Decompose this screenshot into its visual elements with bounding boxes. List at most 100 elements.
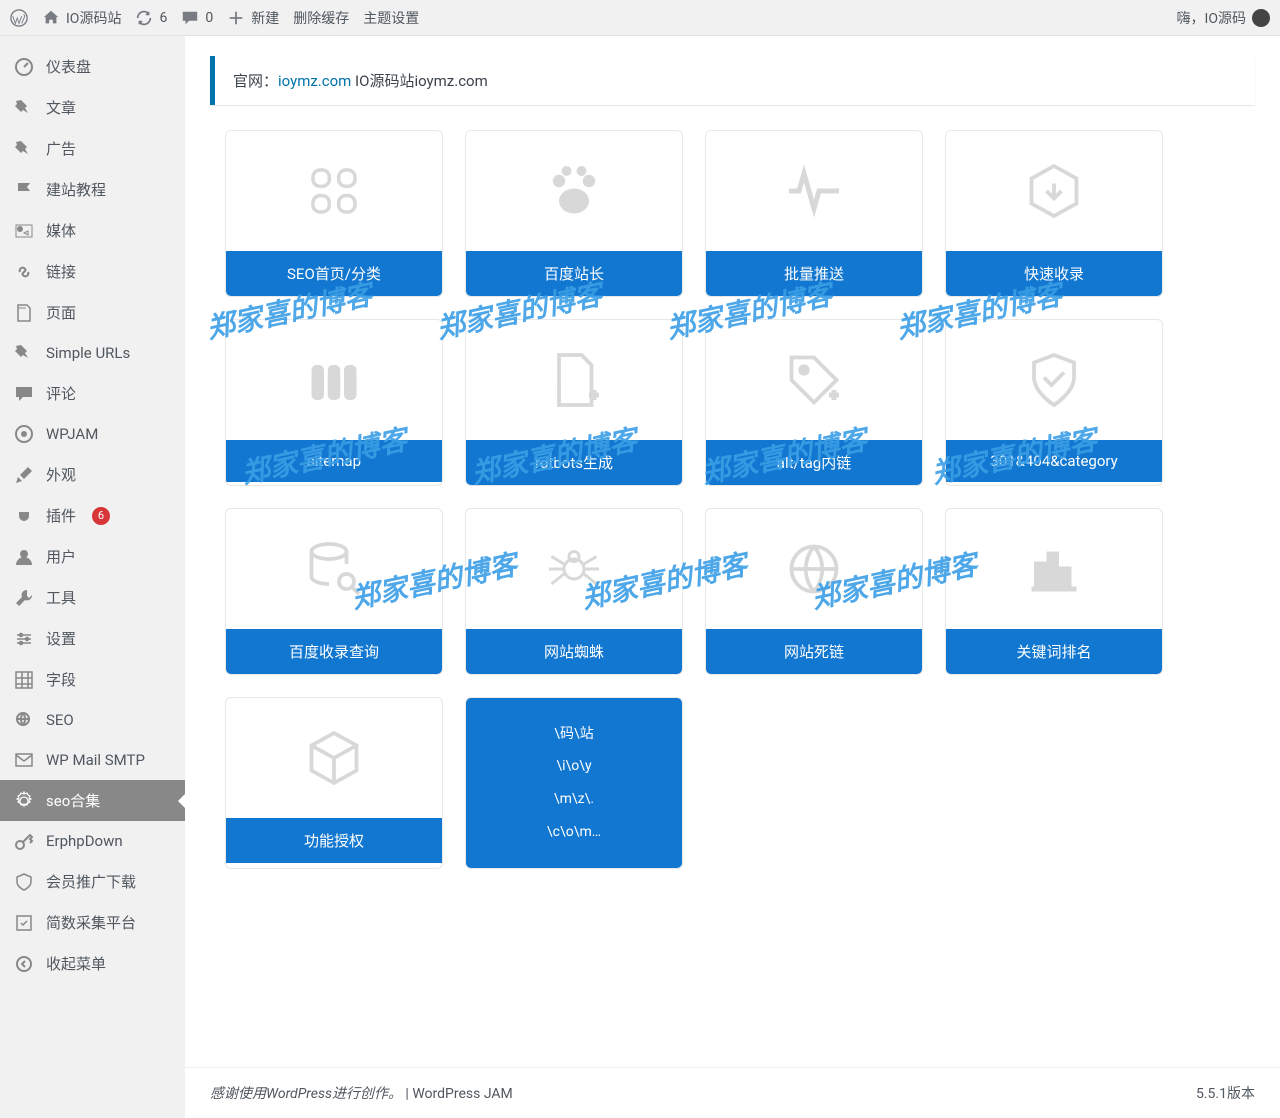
menu-label: WP Mail SMTP bbox=[46, 751, 145, 769]
notice-suffix: IO源码站ioymz.com bbox=[351, 72, 487, 90]
shieldcheck-icon bbox=[946, 320, 1162, 440]
menu-label: 工具 bbox=[46, 587, 76, 608]
card-3[interactable]: 快速收录 bbox=[945, 130, 1163, 297]
menu-item-19[interactable]: ErphpDown bbox=[0, 821, 185, 861]
tool-icon bbox=[14, 588, 34, 608]
card-8[interactable]: 百度收录查询 bbox=[225, 508, 443, 675]
card-2[interactable]: 批量推送 bbox=[705, 130, 923, 297]
mail-icon bbox=[14, 750, 34, 770]
menu-item-10[interactable]: 外观 bbox=[0, 454, 185, 495]
notice-link[interactable]: ioymz.com bbox=[278, 72, 351, 90]
site-name: IO源码站 bbox=[66, 8, 121, 28]
new-link[interactable]: 新建 bbox=[227, 8, 279, 28]
menu-label: 字段 bbox=[46, 669, 76, 690]
menu-label: SEO bbox=[46, 711, 74, 729]
menu-item-15[interactable]: 字段 bbox=[0, 659, 185, 700]
card-12[interactable]: 功能授权 bbox=[225, 697, 443, 869]
card-13[interactable]: \码\站\i\o\y\m\z\.\c\o\m… bbox=[465, 697, 683, 869]
card-11[interactable]: 关键词排名 bbox=[945, 508, 1163, 675]
pin-icon bbox=[14, 139, 34, 159]
menu-item-2[interactable]: 广告 bbox=[0, 128, 185, 169]
menu-item-5[interactable]: 链接 bbox=[0, 251, 185, 292]
card-10[interactable]: 网站死链 bbox=[705, 508, 923, 675]
card-label: sitemap bbox=[226, 440, 442, 482]
card-label: 快速收录 bbox=[946, 251, 1162, 296]
card-label: 百度站长 bbox=[466, 251, 682, 296]
plug-icon bbox=[14, 506, 34, 526]
card-0[interactable]: SEO首页/分类 bbox=[225, 130, 443, 297]
menu-label: 建站教程 bbox=[46, 179, 106, 200]
card-label: 功能授权 bbox=[226, 818, 442, 863]
menu-item-6[interactable]: 页面 bbox=[0, 292, 185, 333]
menu-item-13[interactable]: 工具 bbox=[0, 577, 185, 618]
menu-item-21[interactable]: 简数采集平台 bbox=[0, 902, 185, 943]
menu-item-18[interactable]: seo合集 bbox=[0, 780, 185, 821]
avatar bbox=[1252, 9, 1270, 27]
menu-label: 页面 bbox=[46, 302, 76, 323]
menu-label: 收起菜单 bbox=[46, 953, 106, 974]
card-label: \码\站\i\o\y\m\z\.\c\o\m… bbox=[466, 698, 682, 868]
admin-sidebar: 仪表盘文章广告建站教程媒体链接页面 Simple URLs评论 WPJAM 外观插件6… bbox=[0, 36, 185, 1118]
badge: 6 bbox=[92, 507, 110, 525]
seo-icon bbox=[14, 710, 34, 730]
menu-item-20[interactable]: 会员推广下载 bbox=[0, 861, 185, 902]
notice-banner: 官网：ioymz.com IO源码站ioymz.com bbox=[210, 56, 1255, 105]
menu-item-7[interactable]: Simple URLs bbox=[0, 333, 185, 373]
menu-label: 简数采集平台 bbox=[46, 912, 136, 933]
menu-item-17[interactable]: WP Mail SMTP bbox=[0, 740, 185, 780]
card-6[interactable]: alt/tag内链 bbox=[705, 319, 923, 486]
site-link[interactable]: IO源码站 bbox=[42, 8, 121, 28]
footer-version: 5.5.1版本 bbox=[1196, 1083, 1255, 1103]
menu-item-14[interactable]: 设置 bbox=[0, 618, 185, 659]
menu-item-16[interactable]: SEO bbox=[0, 700, 185, 740]
dbsearch-icon bbox=[226, 509, 442, 629]
menu-label: 链接 bbox=[46, 261, 76, 282]
theme-link[interactable]: 主题设置 bbox=[363, 8, 419, 28]
menu-label: WPJAM bbox=[46, 425, 98, 443]
tagplus-icon bbox=[706, 320, 922, 440]
paw-icon bbox=[466, 131, 682, 251]
bars3-icon bbox=[226, 320, 442, 440]
menu-item-1[interactable]: 文章 bbox=[0, 87, 185, 128]
media-icon bbox=[14, 221, 34, 241]
greeting-text: 嗨，IO源码 bbox=[1177, 8, 1246, 28]
greeting-link[interactable]: 嗨，IO源码 bbox=[1177, 8, 1270, 28]
pin-icon bbox=[14, 343, 34, 363]
updates-link[interactable]: 6 bbox=[135, 9, 167, 27]
card-7[interactable]: 301&404&category bbox=[945, 319, 1163, 486]
menu-item-9[interactable]: WPJAM bbox=[0, 414, 185, 454]
cache-link[interactable]: 删除缓存 bbox=[293, 8, 349, 28]
key-icon bbox=[14, 831, 34, 851]
menu-item-4[interactable]: 媒体 bbox=[0, 210, 185, 251]
comments-link[interactable]: 0 bbox=[181, 9, 213, 27]
user-icon bbox=[14, 547, 34, 567]
dashboard-icon bbox=[14, 57, 34, 77]
card-1[interactable]: 百度站长 bbox=[465, 130, 683, 297]
menu-item-3[interactable]: 建站教程 bbox=[0, 169, 185, 210]
grid4-icon bbox=[226, 131, 442, 251]
menu-label: 设置 bbox=[46, 628, 76, 649]
card-label: alt/tag内链 bbox=[706, 440, 922, 485]
grid-icon bbox=[14, 670, 34, 690]
settings-icon bbox=[14, 629, 34, 649]
card-4[interactable]: sitemap bbox=[225, 319, 443, 486]
cube-icon bbox=[226, 698, 442, 818]
card-5[interactable]: rotbots生成 bbox=[465, 319, 683, 486]
menu-item-12[interactable]: 用户 bbox=[0, 536, 185, 577]
link-icon bbox=[14, 262, 34, 282]
menu-label: 用户 bbox=[46, 546, 76, 567]
footer: 感谢使用WordPress进行创作。 | WordPress JAM 5.5.1… bbox=[185, 1067, 1280, 1118]
shield-icon bbox=[14, 872, 34, 892]
menu-item-11[interactable]: 插件6 bbox=[0, 495, 185, 536]
pin-icon bbox=[14, 98, 34, 118]
globe-icon bbox=[706, 509, 922, 629]
menu-label: seo合集 bbox=[46, 790, 100, 811]
spider-icon bbox=[466, 509, 682, 629]
menu-item-0[interactable]: 仪表盘 bbox=[0, 46, 185, 87]
menu-item-22[interactable]: 收起菜单 bbox=[0, 943, 185, 984]
card-9[interactable]: 网站蜘蛛 bbox=[465, 508, 683, 675]
wp-logo[interactable] bbox=[10, 9, 28, 27]
collapse-icon bbox=[14, 954, 34, 974]
fileplus-icon bbox=[466, 320, 682, 440]
menu-item-8[interactable]: 评论 bbox=[0, 373, 185, 414]
